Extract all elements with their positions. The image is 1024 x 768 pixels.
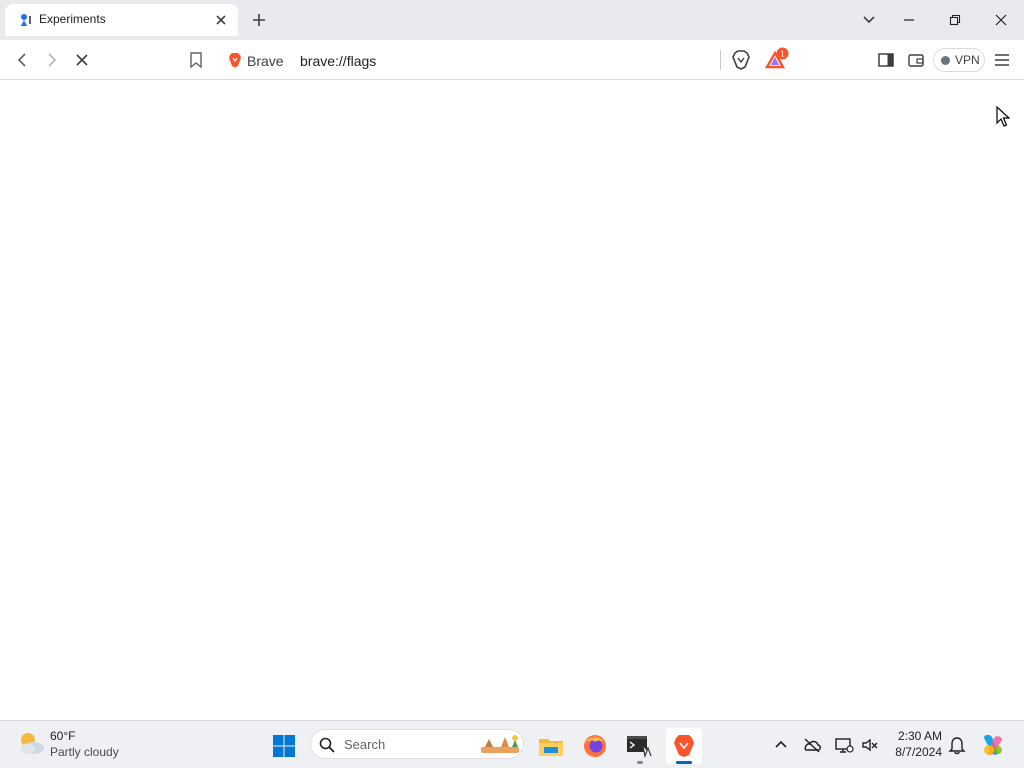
restore-icon — [949, 14, 961, 26]
minimize-icon — [904, 19, 914, 21]
clock-date[interactable]: 8/7/2024 — [890, 745, 942, 759]
url-text[interactable]: brave://flags — [300, 53, 376, 69]
file-explorer-taskbar-button[interactable] — [533, 728, 569, 764]
terminal-taskbar-button[interactable] — [621, 728, 657, 764]
hamburger-menu-icon — [995, 54, 1009, 66]
copilot-icon[interactable] — [980, 732, 1006, 758]
bookmark-button[interactable] — [186, 50, 206, 70]
close-tab-icon[interactable] — [213, 12, 229, 28]
omnibox-divider — [720, 50, 721, 70]
vpn-label: VPN — [955, 53, 980, 67]
weather-temperature[interactable]: 60°F — [50, 729, 75, 743]
brave-lion-icon — [229, 53, 241, 68]
back-arrow-icon — [17, 53, 26, 67]
brave-shields-button[interactable] — [731, 50, 751, 70]
windows-logo-icon — [273, 735, 295, 757]
network-icon[interactable] — [834, 735, 854, 755]
brave-taskbar-button[interactable] — [666, 728, 702, 764]
site-identity-label[interactable]: Brave — [247, 53, 284, 69]
vpn-button[interactable]: VPN — [933, 48, 985, 72]
rewards-badge-icon: 1 — [776, 47, 789, 60]
back-button[interactable] — [12, 50, 32, 70]
main-menu-button[interactable] — [992, 50, 1012, 70]
partly-cloudy-icon[interactable] — [16, 729, 46, 757]
wallet-button[interactable] — [906, 50, 926, 70]
tab-search-chevron-icon[interactable] — [860, 12, 878, 28]
stop-icon — [76, 54, 88, 66]
tab-strip: Experiments — [0, 0, 1024, 40]
wallet-icon — [908, 54, 924, 67]
brave-shields-icon — [732, 50, 750, 70]
rewards-badge-count: 1 — [780, 50, 785, 59]
bookmark-icon — [190, 52, 202, 68]
search-highlight-icon — [481, 735, 519, 753]
brave-icon — [674, 735, 694, 757]
sidebar-toggle-button[interactable] — [876, 50, 896, 70]
stop-loading-button[interactable] — [72, 50, 92, 70]
minimize-button[interactable] — [886, 0, 932, 40]
restore-button[interactable] — [932, 0, 978, 40]
volume-muted-icon[interactable] — [860, 735, 880, 755]
terminal-icon — [627, 736, 652, 758]
new-tab-icon[interactable] — [250, 11, 268, 29]
flask-icon — [21, 14, 31, 26]
terminal-running-indicator — [637, 761, 643, 764]
firefox-icon — [584, 735, 606, 757]
page-content-area — [0, 81, 1024, 720]
forward-button[interactable] — [42, 50, 62, 70]
close-window-button[interactable] — [978, 0, 1024, 40]
search-placeholder[interactable]: Search — [344, 737, 385, 752]
onedrive-icon[interactable] — [802, 735, 822, 755]
search-icon — [319, 737, 335, 753]
clock-time[interactable]: 2:30 AM — [894, 729, 942, 743]
firefox-taskbar-button[interactable] — [577, 728, 613, 764]
taskbar-search-box[interactable] — [310, 729, 524, 759]
weather-description[interactable]: Partly cloudy — [50, 745, 119, 759]
vpn-status-dot — [941, 55, 950, 65]
tab-experiments[interactable]: Experiments — [5, 4, 238, 36]
notification-bell-icon[interactable] — [947, 735, 967, 755]
tab-title: Experiments — [39, 12, 106, 26]
show-hidden-icons-chevron-icon[interactable] — [771, 735, 791, 755]
close-icon — [995, 14, 1007, 26]
folder-icon — [539, 739, 563, 756]
start-button[interactable] — [266, 728, 302, 764]
forward-arrow-icon — [48, 53, 57, 67]
brave-active-indicator — [676, 761, 692, 764]
mouse-cursor-icon — [996, 106, 1010, 127]
sidebar-icon — [878, 53, 894, 67]
